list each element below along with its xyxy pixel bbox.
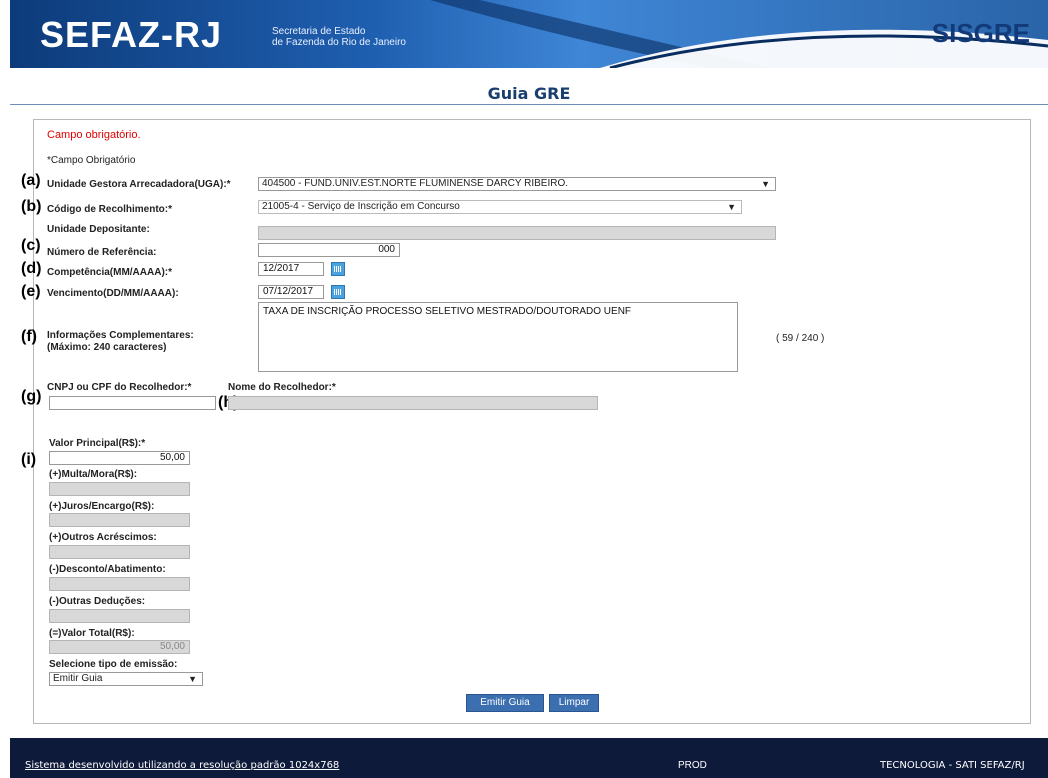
cnpj-label: CNPJ ou CPF do Recolhedor:* xyxy=(47,382,192,393)
marker-c: (c) xyxy=(21,237,41,254)
emissao-select[interactable]: Emitir Guia ▼ xyxy=(49,672,203,686)
calendar-icon[interactable] xyxy=(331,262,345,276)
subtitle-line-1: Secretaria de Estado xyxy=(272,26,366,37)
desconto-field[interactable] xyxy=(49,577,190,591)
chevron-down-icon: ▼ xyxy=(761,179,770,189)
emissao-selected-value: Emitir Guia xyxy=(53,673,103,684)
emissao-label: Selecione tipo de emissão: xyxy=(49,659,178,670)
cnpj-field[interactable] xyxy=(49,396,216,410)
sefaz-logo: SEFAZ-RJ xyxy=(40,14,223,55)
header-subtitle: Secretaria de Estado de Fazenda do Rio d… xyxy=(272,26,406,48)
codigo-select[interactable]: 21005-4 - Serviço de Inscrição em Concur… xyxy=(258,200,742,214)
valor-principal-label: Valor Principal(R$):* xyxy=(49,438,146,449)
system-name: SISGRE xyxy=(931,18,1030,48)
footer-resolution-link[interactable]: Sistema desenvolvido utilizando a resolu… xyxy=(25,760,339,771)
page-title: Guia GRE xyxy=(487,84,571,103)
footer: Sistema desenvolvido utilizando a resolu… xyxy=(10,738,1048,778)
footer-credits: TECNOLOGIA - SATI SEFAZ/RJ xyxy=(880,760,1025,771)
valor-total-field: 50,00 xyxy=(49,640,190,654)
info-textarea[interactable]: TAXA DE INSCRIÇÃO PROCESSO SELETIVO MEST… xyxy=(258,302,738,372)
emitir-guia-button[interactable]: Emitir Guia xyxy=(466,694,544,712)
subtitle-line-2: de Fazenda do Rio de Janeiro xyxy=(272,37,406,48)
marker-f: (f) xyxy=(21,328,37,345)
uga-selected-value: 404500 - FUND.UNIV.EST.NORTE FLUMINENSE … xyxy=(262,178,569,189)
nome-field[interactable] xyxy=(228,396,598,410)
juros-field[interactable] xyxy=(49,513,190,527)
calendar-icon[interactable] xyxy=(331,285,345,299)
referencia-field[interactable]: 000 xyxy=(258,243,400,257)
depositante-field[interactable] xyxy=(258,226,776,240)
marker-e: (e) xyxy=(21,283,41,300)
competencia-field[interactable]: 12/2017 xyxy=(258,262,324,276)
desconto-label: (-)Desconto/Abatimento: xyxy=(49,564,166,575)
left-margin xyxy=(0,0,10,778)
nome-label: Nome do Recolhedor:* xyxy=(228,382,336,393)
uga-select[interactable]: 404500 - FUND.UNIV.EST.NORTE FLUMINENSE … xyxy=(258,177,776,191)
codigo-label: Código de Recolhimento:* xyxy=(47,204,172,215)
outras-deducoes-field[interactable] xyxy=(49,609,190,623)
site-header: SEFAZ-RJ Secretaria de Estado de Fazenda… xyxy=(10,0,1048,68)
valor-principal-field[interactable]: 50,00 xyxy=(49,451,190,465)
marker-b: (b) xyxy=(21,198,42,215)
limpar-button[interactable]: Limpar xyxy=(549,694,599,712)
info-counter: ( 59 / 240 ) xyxy=(776,333,825,344)
marker-g: (g) xyxy=(21,388,42,405)
info-label: Informações Complementares: xyxy=(47,330,194,341)
competencia-label: Competência(MM/AAAA):* xyxy=(47,267,172,278)
required-note: *Campo Obrigatório xyxy=(47,155,136,166)
uga-label: Unidade Gestora Arrecadadora(UGA):* xyxy=(47,179,231,190)
info-max-label: (Máximo: 240 caracteres) xyxy=(47,342,167,353)
vencimento-field[interactable]: 07/12/2017 xyxy=(258,285,324,299)
marker-d: (d) xyxy=(21,260,42,277)
marker-i: (i) xyxy=(21,451,37,468)
multa-label: (+)Multa/Mora(R$): xyxy=(49,469,138,480)
title-divider xyxy=(10,104,1048,105)
outros-acrescimos-label: (+)Outros Acréscimos: xyxy=(49,532,157,543)
chevron-down-icon: ▼ xyxy=(188,674,197,684)
outras-deducoes-label: (-)Outras Deduções: xyxy=(49,596,146,607)
vencimento-label: Vencimento(DD/MM/AAAA): xyxy=(47,288,179,299)
codigo-selected-value: 21005-4 - Serviço de Inscrição em Concur… xyxy=(262,201,460,212)
outros-acrescimos-field[interactable] xyxy=(49,545,190,559)
depositante-label: Unidade Depositante: xyxy=(47,224,150,235)
marker-a: (a) xyxy=(21,172,41,189)
multa-field[interactable] xyxy=(49,482,190,496)
juros-label: (+)Juros/Encargo(R$): xyxy=(49,501,155,512)
required-message: Campo obrigatório. xyxy=(47,129,141,141)
referencia-label: Número de Referência: xyxy=(47,247,157,258)
footer-env: PROD xyxy=(678,760,707,771)
chevron-down-icon: ▼ xyxy=(727,202,736,212)
valor-total-label: (=)Valor Total(R$): xyxy=(49,628,135,639)
